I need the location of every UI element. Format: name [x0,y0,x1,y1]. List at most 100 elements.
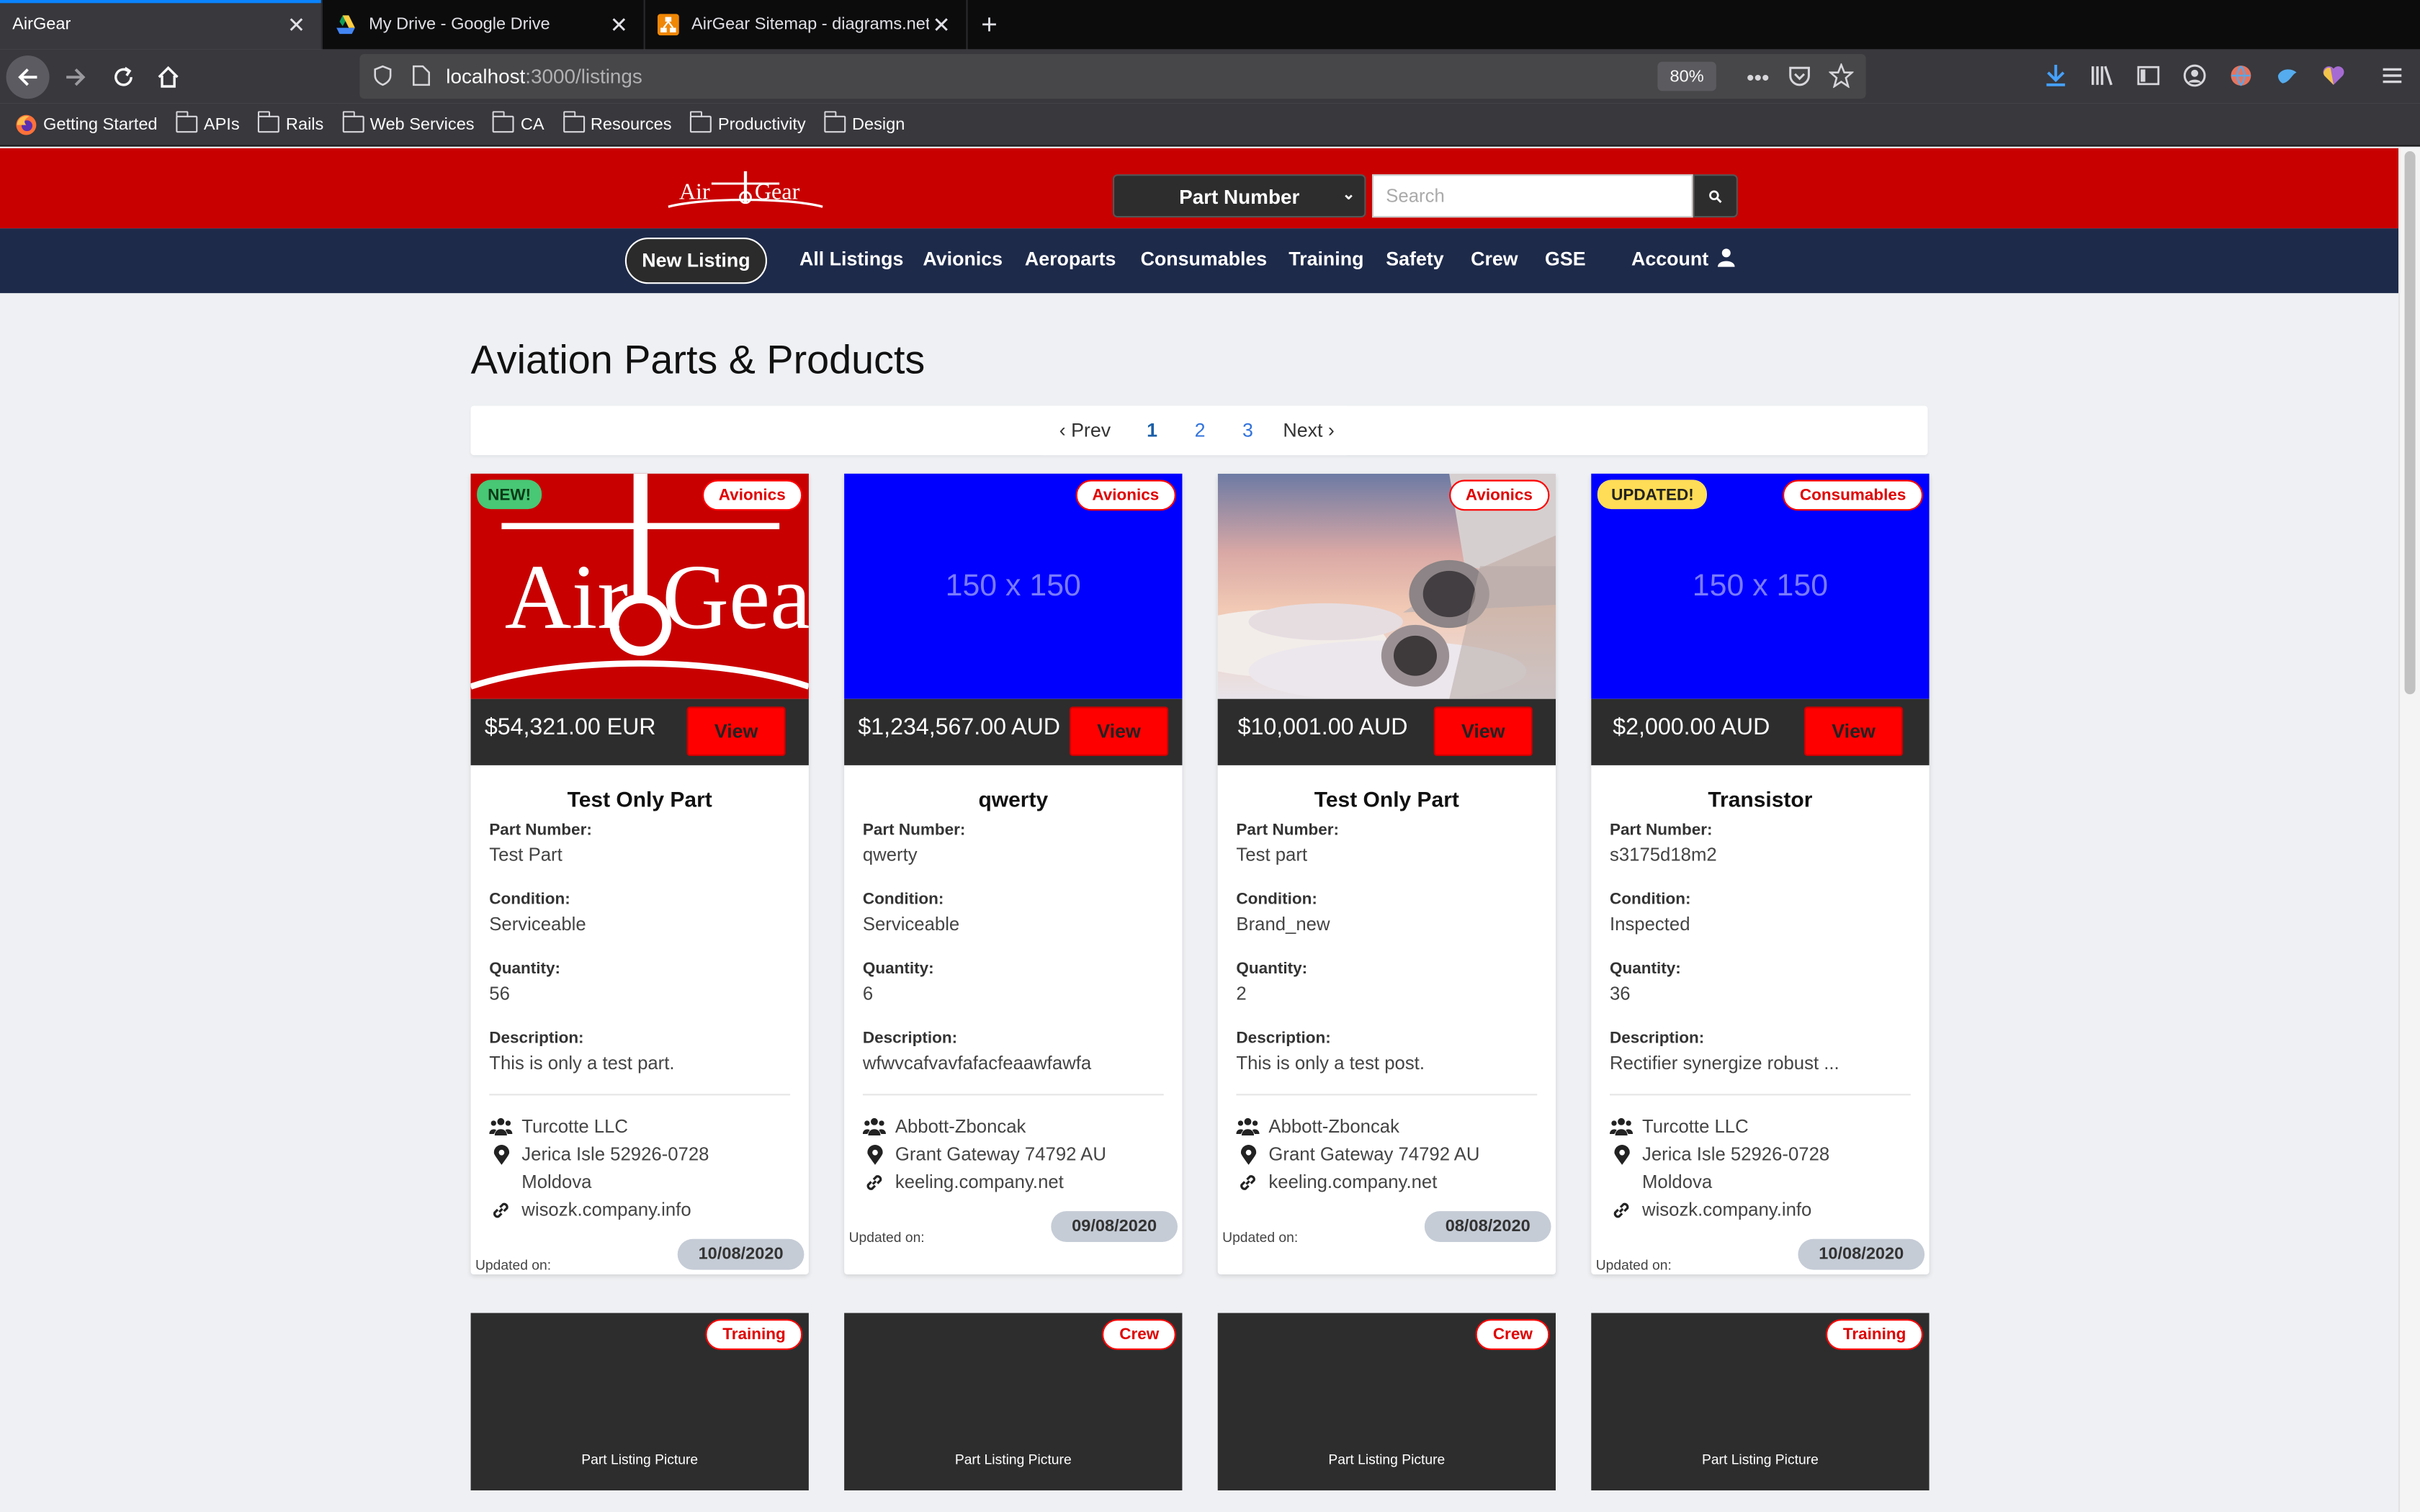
category-badge[interactable]: Training [1826,1319,1923,1350]
condition-value: Serviceable [862,913,960,935]
extension-heart-icon[interactable] [2321,63,2346,88]
back-button[interactable] [6,55,50,99]
zoom-level[interactable]: 80% [1657,61,1716,91]
website-link[interactable]: keeling.company.net [1268,1171,1437,1192]
close-icon[interactable]: ✕ [284,12,308,37]
listing-card: Air Gear NEW! Avionics $54,321.00 EUR Vi… [470,473,809,1274]
pocket-icon[interactable] [1787,65,1811,88]
close-icon[interactable]: ✕ [606,12,631,37]
address-line-2: Moldova [1642,1171,1713,1193]
forward-button[interactable] [54,55,97,99]
page-link-2[interactable]: 2 [1175,405,1224,456]
view-button[interactable]: View [1804,706,1904,756]
search-button[interactable] [1693,174,1738,218]
category-badge[interactable]: Avionics [1448,480,1550,511]
listing-title[interactable]: Test Only Part [1218,787,1556,811]
quantity-label: Quantity: [489,959,561,978]
nav-crew[interactable]: Crew [1471,248,1518,270]
condition-value: Serviceable [489,913,586,935]
category-badge[interactable]: Consumables [1783,480,1923,511]
category-badge[interactable]: Avionics [1075,480,1176,511]
website-link[interactable]: keeling.company.net [895,1171,1064,1192]
search-type-select[interactable]: Part Number ⌄ [1113,174,1366,218]
nav-training[interactable]: Training [1289,248,1363,270]
nav-safety[interactable]: Safety [1386,248,1443,270]
tab-google-drive[interactable]: My Drive - Google Drive ✕ [323,0,645,50]
download-icon[interactable] [2043,63,2068,88]
bookmark-productivity[interactable]: Productivity [690,111,806,133]
category-badge[interactable]: Training [705,1319,803,1350]
part-number-value: Test part [1236,844,1308,866]
view-button[interactable]: View [1070,706,1169,756]
page-link-1[interactable]: 1 [1128,405,1176,456]
listing-title[interactable]: Transistor [1591,787,1929,811]
new-tab-button[interactable]: + [968,0,1011,50]
nav-all-listings[interactable]: All Listings [799,248,903,270]
folder-icon [258,111,280,133]
bookmark-ca[interactable]: CA [493,111,544,133]
new-listing-button[interactable]: New Listing [624,238,767,284]
listing-card[interactable]: Training Part Listing Picture [470,1313,809,1498]
shield-icon[interactable] [372,65,393,86]
sidebar-icon[interactable] [2136,63,2161,88]
folder-icon [563,111,585,133]
account-icon[interactable] [2182,63,2207,88]
logo-text-gear: Gear [755,178,800,204]
listing-card[interactable]: Training Part Listing Picture [1591,1313,1930,1498]
search-input[interactable]: Search [1372,174,1693,218]
home-button[interactable] [147,55,190,99]
listing-title[interactable]: Test Only Part [471,787,809,811]
website-link[interactable]: wisozk.company.info [521,1199,691,1220]
bookmark-apis[interactable]: APIs [176,111,240,133]
divider [1236,1094,1538,1096]
diagrams-icon [657,14,679,36]
hamburger-menu-icon[interactable] [2380,63,2404,88]
folder-icon [342,111,364,133]
view-button[interactable]: View [686,706,786,756]
bookmark-web-services[interactable]: Web Services [342,111,475,133]
page-bottom [0,1490,2398,1512]
bookmark-rails[interactable]: Rails [258,111,323,133]
tab-diagrams[interactable]: AirGear Sitemap - diagrams.net ✕ [645,0,968,50]
nav-avionics[interactable]: Avionics [923,248,1003,270]
firefox-icon [16,114,37,135]
website-link[interactable]: wisozk.company.info [1642,1199,1811,1220]
category-badge[interactable]: Crew [1102,1319,1176,1350]
listing-title[interactable]: qwerty [844,787,1182,811]
updated-label: Updated on: [1595,1257,1672,1273]
url-text[interactable]: localhost:3000/listings [446,65,642,88]
extension-bird-icon[interactable] [2275,65,2300,86]
bookmark-design[interactable]: Design [824,111,905,133]
scrollbar-thumb[interactable] [2404,151,2416,695]
category-badge[interactable]: Crew [1476,1319,1550,1350]
listing-card[interactable]: Crew Part Listing Picture [844,1313,1183,1498]
address-line-1: Jerica Isle 52926-0728 [1642,1143,1830,1165]
website-row: wisozk.company.info [489,1199,691,1220]
next-page-button[interactable]: Next › [1271,405,1346,456]
close-icon[interactable]: ✕ [929,12,954,37]
star-icon[interactable] [1829,63,1854,89]
nav-consumables[interactable]: Consumables [1141,248,1268,270]
condition-value: Brand_new [1236,913,1330,935]
bookmark-getting-started[interactable]: Getting Started [15,114,158,135]
scrollbar[interactable] [2398,148,2420,1512]
logo-text-gear: Gear [662,545,809,648]
nav-aeroparts[interactable]: Aeroparts [1025,248,1116,270]
listing-card[interactable]: Crew Part Listing Picture [1217,1313,1556,1498]
reload-button[interactable] [102,55,145,99]
bookmark-resources[interactable]: Resources [563,111,672,133]
category-badge[interactable]: Avionics [702,480,803,511]
extension-globe-icon[interactable] [2228,63,2253,88]
airgear-logo[interactable]: Air Gear [666,168,826,215]
company-row: Abbott-Zboncak [1236,1115,1399,1137]
nav-account[interactable]: Account [1631,248,1736,270]
more-actions-icon[interactable]: ••• [1742,63,1773,91]
tab-airgear[interactable]: AirGear ✕ [0,0,323,50]
nav-gse[interactable]: GSE [1545,248,1586,270]
page-link-3[interactable]: 3 [1224,405,1272,456]
prev-page-button[interactable]: ‹ Prev [1041,405,1129,456]
search-placeholder: Search [1386,185,1445,207]
url-bar[interactable]: localhost:3000/listings 80% ••• [359,54,1866,99]
library-icon[interactable] [2089,63,2114,88]
view-button[interactable]: View [1433,706,1533,756]
